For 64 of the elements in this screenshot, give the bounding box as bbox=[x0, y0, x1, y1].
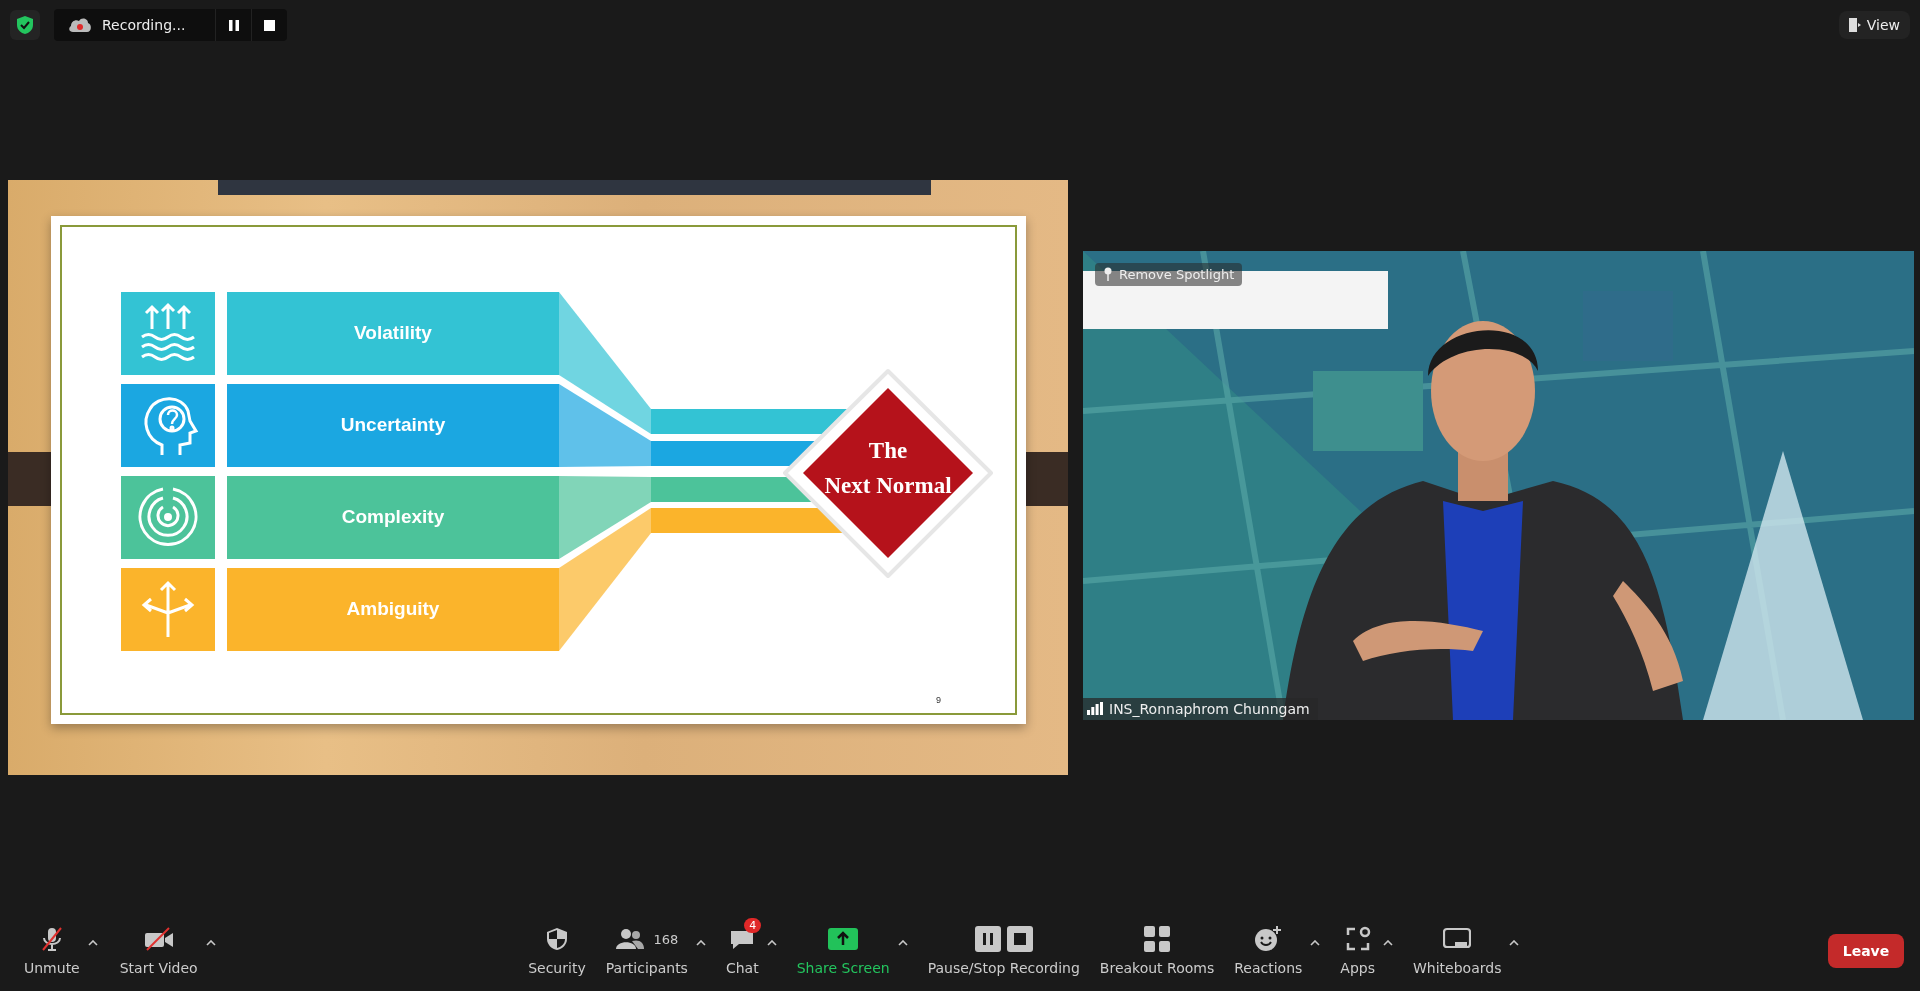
toolbar-button[interactable]: Reactions bbox=[1230, 920, 1307, 982]
unread-count-badge: 4 bbox=[744, 918, 762, 933]
toolbar-button[interactable]: Breakout Rooms bbox=[1095, 920, 1219, 982]
toolbar-button[interactable]: Share Screen bbox=[792, 920, 894, 982]
toolbar-label: Share Screen bbox=[796, 960, 890, 976]
row-label: Uncertainty bbox=[340, 414, 445, 435]
toolbar-label: Reactions bbox=[1234, 960, 1303, 976]
toolbar-label: Pause/Stop Recording bbox=[927, 960, 1080, 976]
participant-name: INS_Ronnaphrom Chunngam bbox=[1109, 700, 1310, 717]
caret-icon bbox=[87, 940, 98, 946]
row-label: Volatility bbox=[353, 322, 432, 343]
toolbar-label: Breakout Rooms bbox=[1099, 960, 1215, 976]
grid-icon bbox=[1144, 926, 1171, 952]
toolbar-button[interactable]: Security bbox=[524, 920, 590, 982]
toolbar-button[interactable]: Apps bbox=[1336, 920, 1379, 982]
toolbar-button[interactable]: Whiteboards bbox=[1409, 920, 1506, 982]
toolbar-label: Security bbox=[528, 960, 586, 976]
view-button[interactable]: View bbox=[1838, 11, 1910, 39]
toolbar-button[interactable]: Pause/Stop Recording bbox=[923, 920, 1084, 982]
caret-icon bbox=[766, 940, 777, 946]
caret-icon bbox=[897, 940, 908, 946]
recording-status: Recording... bbox=[102, 17, 186, 33]
toolbar-label: Start Video bbox=[119, 960, 198, 976]
toolbar-button[interactable]: Unmute bbox=[20, 920, 84, 982]
toolbar-button[interactable]: Start Video bbox=[115, 920, 202, 982]
head-question-icon bbox=[144, 397, 197, 455]
whiteboard-icon bbox=[1443, 927, 1472, 951]
toolbar-label: Unmute bbox=[24, 960, 80, 976]
leave-button[interactable]: Leave bbox=[1828, 934, 1904, 968]
toolbar-label: Whiteboards bbox=[1413, 960, 1502, 976]
caret-icon bbox=[695, 940, 706, 946]
row-label: Complexity bbox=[341, 506, 444, 527]
toolbar-button[interactable]: 168 Participants bbox=[601, 920, 692, 982]
pin-icon bbox=[1103, 267, 1113, 281]
row-label: Ambiguity bbox=[346, 598, 439, 619]
caret-icon bbox=[205, 940, 216, 946]
cloud-recording-icon bbox=[68, 17, 92, 33]
waves-arrows-icon bbox=[140, 302, 195, 361]
toolbar-label: Participants bbox=[605, 960, 688, 976]
share-screen-icon bbox=[828, 928, 859, 950]
smiley-plus-icon bbox=[1254, 926, 1283, 952]
toolbar-label: Chat bbox=[725, 960, 759, 976]
people-icon bbox=[615, 928, 646, 950]
apps-icon bbox=[1344, 926, 1371, 952]
pause-stop-icon bbox=[974, 926, 1033, 952]
toolbar-button[interactable]: 4 Chat bbox=[721, 920, 763, 982]
muted-camera-icon bbox=[143, 927, 174, 951]
view-icon bbox=[1848, 18, 1861, 32]
stop-icon bbox=[264, 19, 276, 31]
muted-mic-icon bbox=[39, 926, 64, 952]
caret-icon bbox=[1310, 940, 1321, 946]
maze-icon bbox=[138, 487, 197, 547]
participant-count: 168 bbox=[653, 931, 679, 947]
center-title: Next Normal bbox=[823, 473, 952, 498]
pause-icon bbox=[228, 19, 239, 31]
page-number: 9 bbox=[935, 695, 941, 705]
split-arrows-icon bbox=[141, 580, 194, 639]
center-title: The bbox=[868, 438, 907, 463]
shield-icon bbox=[545, 927, 568, 951]
caret-icon bbox=[1509, 940, 1520, 946]
caret-icon bbox=[1383, 940, 1393, 946]
security-shield-icon[interactable] bbox=[10, 10, 40, 40]
toolbar-label: Apps bbox=[1340, 960, 1375, 976]
signal-icon bbox=[1087, 702, 1103, 715]
